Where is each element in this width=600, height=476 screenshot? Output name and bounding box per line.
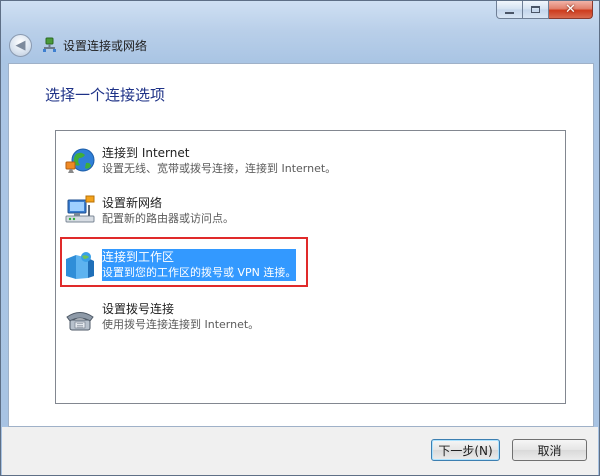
option-dialup[interactable]: 设置拨号连接 使用拨号连接连接到 Internet。	[64, 301, 259, 333]
option-connect-internet[interactable]: 连接到 Internet 设置无线、宽带或拨号连接，连接到 Internet。	[64, 145, 336, 177]
connection-options-list[interactable]: 连接到 Internet 设置无线、宽带或拨号连接，连接到 Internet。 …	[55, 130, 566, 404]
back-arrow-icon: ◀	[15, 37, 26, 53]
maximize-button[interactable]	[523, 1, 549, 19]
option-text: 设置拨号连接 使用拨号连接连接到 Internet。	[102, 301, 259, 333]
back-button[interactable]: ◀	[9, 33, 32, 57]
cancel-button[interactable]: 取消	[512, 439, 587, 461]
option-description: 使用拨号连接连接到 Internet。	[102, 318, 260, 331]
telephone-icon	[66, 312, 94, 331]
window-caption-buttons: ✕	[496, 1, 593, 20]
next-button[interactable]: 下一步(N)	[431, 439, 500, 461]
maximize-icon	[531, 6, 540, 13]
minimize-button[interactable]	[496, 1, 523, 19]
content-pane: 选择一个连接选项 连接到 Internet 设置无线、宽带或拨号连接，连接到 I…	[8, 63, 594, 427]
minimize-icon	[505, 11, 514, 14]
option-text: 连接到 Internet 设置无线、宽带或拨号连接，连接到 Internet。	[102, 145, 336, 177]
option-description: 设置无线、宽带或拨号连接，连接到 Internet。	[102, 162, 337, 175]
router-icon	[65, 195, 95, 223]
option-title: 设置拨号连接	[102, 302, 175, 316]
option-description: 配置新的路由器或访问点。	[102, 212, 234, 225]
close-icon: ✕	[565, 2, 576, 17]
close-button[interactable]: ✕	[549, 1, 593, 19]
option-title: 连接到 Internet	[102, 146, 190, 160]
globe-network-icon	[65, 148, 95, 173]
option-text: 设置新网络 配置新的路由器或访问点。	[102, 195, 234, 227]
title-bar: ◀ 设置连接或网络	[9, 29, 147, 61]
option-title: 设置新网络	[102, 196, 163, 210]
annotation-highlight-box	[60, 237, 308, 287]
page-heading: 选择一个连接选项	[45, 86, 166, 104]
window-title: 设置连接或网络	[63, 38, 148, 53]
wizard-window: ✕ ◀ 设置连接或网络 选择一个连接选项 连接到 Internet 设置无线、宽…	[0, 0, 600, 476]
network-connection-icon	[43, 37, 56, 52]
wizard-footer: 下一步(N) 取消	[2, 427, 598, 475]
option-new-network[interactable]: 设置新网络 配置新的路由器或访问点。	[64, 195, 234, 227]
